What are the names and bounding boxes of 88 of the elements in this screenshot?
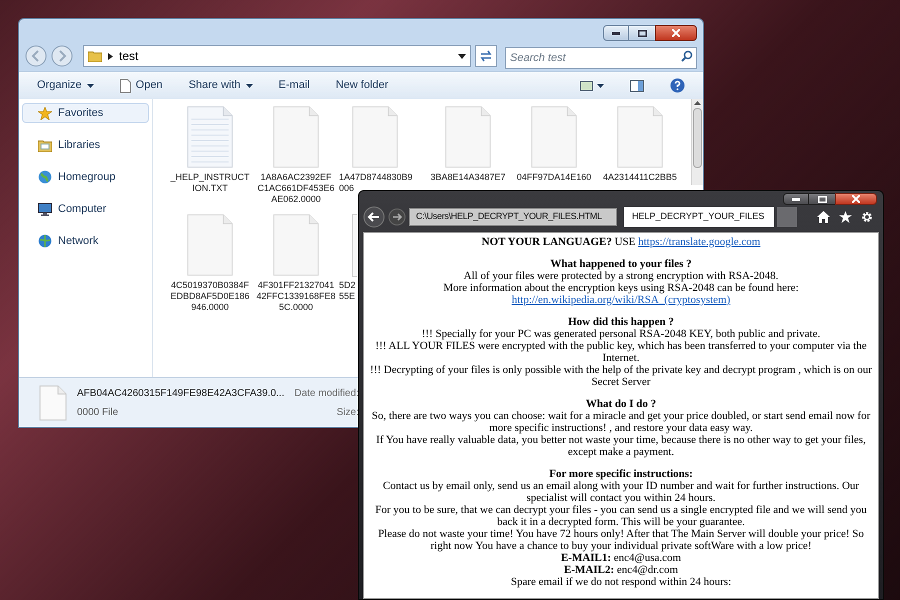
caret-icon <box>246 84 253 88</box>
paragraph-text: E-MAIL1: enc4@usa.com <box>560 552 682 564</box>
maximize-icon <box>638 30 646 36</box>
section-heading: How did this happen ? <box>567 316 675 328</box>
view-options-icon[interactable] <box>580 80 604 92</box>
address-bar[interactable]: test <box>83 45 471 67</box>
caret-icon <box>86 84 94 88</box>
date-modified-label: Date modified: <box>294 386 359 400</box>
paragraph-text: NOT YOUR LANGUAGE? USE <box>482 236 636 248</box>
search-field[interactable]: Search test <box>505 47 697 69</box>
minimize-icon <box>612 32 620 34</box>
sidebar-item[interactable]: Favorites <box>22 103 149 123</box>
toolbar-button[interactable]: E-mail <box>278 77 310 94</box>
paragraph-text: !!! ALL YOUR FILES were encrypted with the public key, which has been transferred to your computer via the Internet. <box>374 340 868 364</box>
back-button[interactable] <box>363 206 385 228</box>
forward-button[interactable] <box>388 208 406 226</box>
scroll-up-icon <box>694 101 701 105</box>
refresh-icon <box>479 50 493 62</box>
network-icon <box>38 234 52 248</box>
minimize-button[interactable] <box>603 25 629 41</box>
section-heading: What happened to your files ? <box>549 258 693 270</box>
sidebar-item[interactable]: Network <box>22 231 149 251</box>
sidebar-item[interactable]: Homegroup <box>22 167 149 187</box>
close-icon <box>672 29 680 37</box>
link[interactable]: http://en.wikipedia.org/wiki/RSA_(cryptosystem) <box>512 294 730 306</box>
paragraph-text: If You have really valuable data, you better not waste your time, because there is no other way to get your files, except make a payment. <box>375 434 867 458</box>
file-type: 0000 File <box>77 406 120 420</box>
toolbar-button[interactable]: New folder <box>336 77 388 94</box>
preview-pane-icon[interactable] <box>630 80 644 92</box>
close-button[interactable] <box>655 25 697 41</box>
search-icon <box>681 50 693 62</box>
section-heading: For more specific instructions: <box>548 468 694 480</box>
home-icon[interactable] <box>817 211 830 223</box>
file-name: 1A47D8744830B9 006 <box>339 172 413 194</box>
minimize-button[interactable] <box>783 193 809 205</box>
size-label: Size: <box>336 406 359 420</box>
maximize-button[interactable] <box>809 193 835 205</box>
file-name: 3BA8E14A3487E7 <box>430 172 506 183</box>
maximize-button[interactable] <box>629 25 655 41</box>
close-icon <box>852 195 860 203</box>
star-icon[interactable] <box>839 211 852 223</box>
paragraph-text: !!! Decrypting of your files is only possible with the help of the private key and decrypt program , which is on our Secret Server <box>369 364 873 388</box>
paragraph-text: Please do not waste your time! You have 72 hours only! After that The Main Server will double your price! So right now You have a chance to buy your individual private softWare with a low price! <box>377 528 865 552</box>
minimize-icon <box>792 198 800 200</box>
file-name: 1A8A6AC2392EF C1AC661DF453E6 AE062.0000 <box>257 172 335 205</box>
file-name: 4A2314411C2BB5 <box>603 172 677 183</box>
scrollbar-thumb[interactable] <box>693 108 702 168</box>
address-bar[interactable]: C:\Users\HELP_DECRYPT_YOUR_FILES.HTML <box>409 208 617 226</box>
caret-icon[interactable] <box>458 54 466 58</box>
paragraph-text: For you to be sure, that we can decrypt your files - you can send us a single encrypted file and we will send you back it in a decrypted form. This will be your guarantee. <box>374 504 868 528</box>
paragraph-text: E-MAIL2: enc4@dr.com <box>563 564 679 576</box>
sidebar-item[interactable]: Libraries <box>22 135 149 155</box>
toolbar-button[interactable]: Open <box>120 77 163 94</box>
scrollbar[interactable] <box>691 99 703 185</box>
toolbar-button[interactable]: Share with <box>188 77 253 94</box>
star-icon <box>38 106 52 120</box>
document-icon <box>120 78 131 92</box>
refresh-button[interactable] <box>475 45 497 67</box>
folder-path: test <box>119 48 138 65</box>
close-button[interactable] <box>835 193 877 205</box>
folder-icon <box>88 50 102 62</box>
browser-tab[interactable]: HELP_DECRYPT_YOUR_FILES <box>624 207 774 227</box>
paragraph-text: Contact us by email only, send us an email along with your ID number and wait for further instructions. Our specialist will contact you within 24 hours. <box>382 480 860 504</box>
help-icon[interactable] <box>670 78 685 93</box>
file-name: 5D2 55E <box>339 280 356 302</box>
paragraph-text: So, there are two ways you can choose: wait for a miracle and get your price doubled, or start send email now for more specific instructions! , and restore your data easy way. <box>370 410 872 434</box>
file-name: AFB04AC4260315F149FE98E42A3CFA39.0... <box>77 386 284 400</box>
file-icon <box>39 384 67 420</box>
paragraph-text: More information about the encryption keys using RSA-2048 can be found here: <box>443 282 799 294</box>
paragraph-text: Spare email if we do not respond within 24 hours: <box>510 576 732 588</box>
paragraph-text: !!! Specially for your PC was generated personal RSA-2048 KEY, both public and private. <box>420 328 822 340</box>
breadcrumb-arrow-icon <box>108 52 113 60</box>
computer-icon <box>38 202 52 216</box>
address-text: C:\Users\HELP_DECRYPT_YOUR_FILES.HTML <box>416 210 602 224</box>
sidebar-item[interactable]: Computer <box>22 199 149 219</box>
maximize-icon <box>818 196 826 202</box>
tab-title: HELP_DECRYPT_YOUR_FILES <box>632 210 764 224</box>
paragraph-text: All of your files were protected by a strong encryption with RSA-2048. <box>462 270 780 282</box>
file-name: _HELP_INSTRUCT ION.TXT <box>170 172 250 194</box>
section-heading: What do I do ? <box>584 398 658 410</box>
settings-icon[interactable] <box>861 211 873 223</box>
library-icon <box>38 138 52 152</box>
toolbar-button[interactable]: Organize <box>37 77 94 94</box>
file-name: 4C5019370B0384F EDBD8AF5D0E186 946.0000 <box>170 280 250 313</box>
link[interactable]: https://translate.google.com <box>638 236 760 248</box>
file-name: 04FF97DA14E160 <box>516 172 592 183</box>
file-name: 4F301FF21327041 42FFC1339168FE8 5C.0000 <box>256 280 336 313</box>
globe-icon <box>38 170 52 184</box>
